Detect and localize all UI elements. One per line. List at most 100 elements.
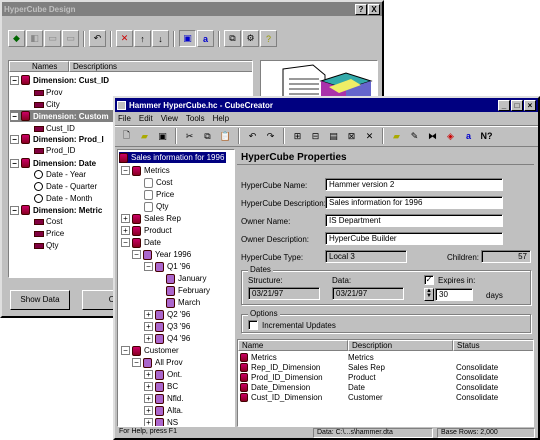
- tree-customer[interactable]: − Customer: [121, 345, 179, 356]
- maximize-button[interactable]: □: [511, 99, 523, 111]
- collapse-icon[interactable]: −: [10, 134, 19, 144]
- tree-root[interactable]: Sales information for 1996: [119, 152, 227, 163]
- text-icon[interactable]: a: [460, 128, 477, 145]
- copy-icon[interactable]: ⧉: [224, 30, 241, 47]
- collapse-icon[interactable]: −: [121, 166, 130, 175]
- link-icon[interactable]: ⧓: [424, 128, 441, 145]
- tree-q4[interactable]: + Q4 '96: [144, 333, 190, 344]
- tree-ns[interactable]: + NS: [144, 417, 178, 426]
- tree-alta[interactable]: + Alta.: [144, 405, 183, 416]
- edit-icon[interactable]: ✎: [406, 128, 423, 145]
- disabled-tool-icon-2[interactable]: ▭: [44, 30, 61, 47]
- expand-icon[interactable]: +: [144, 382, 153, 391]
- dimension-cust-id[interactable]: − Dimension: Cust_ID: [10, 74, 109, 86]
- collapse-icon[interactable]: −: [132, 358, 141, 367]
- list-row[interactable]: Rep_ID_Dimension Sales Rep Consolidate: [238, 363, 533, 373]
- expand-icon[interactable]: +: [144, 310, 153, 319]
- tree-sales-rep[interactable]: + Sales Rep: [121, 213, 181, 224]
- dimension-metric[interactable]: − Dimension: Metric: [10, 204, 102, 216]
- tree-bc[interactable]: + BC: [144, 381, 178, 392]
- list-row[interactable]: Metrics Metrics: [238, 353, 533, 363]
- owner-description-field[interactable]: HyperCube Builder: [325, 232, 503, 245]
- tree-all-prov[interactable]: − All Prov: [132, 357, 183, 368]
- tree-q1[interactable]: − Q1 '96: [144, 261, 190, 272]
- tree-product[interactable]: + Product: [121, 225, 172, 236]
- field-date-quarter[interactable]: Date - Quarter: [34, 181, 97, 192]
- expand-icon[interactable]: +: [121, 226, 130, 235]
- menu-file[interactable]: File: [118, 114, 131, 123]
- save-icon[interactable]: ▣: [154, 128, 171, 145]
- tree-ont[interactable]: + Ont.: [144, 369, 182, 380]
- tree-metrics[interactable]: − Metrics: [121, 165, 170, 176]
- field-date-year[interactable]: Date - Year: [34, 169, 86, 180]
- incremental-updates-checkbox[interactable]: [248, 320, 258, 330]
- list-row[interactable]: Cust_ID_Dimension Customer Consolidate: [238, 393, 533, 403]
- field-price[interactable]: Price: [34, 228, 64, 239]
- menu-view[interactable]: View: [161, 114, 178, 123]
- help-title-button[interactable]: ?: [355, 3, 367, 15]
- expires-spinner[interactable]: ▲ ▼: [424, 288, 434, 301]
- dimension-prod-id[interactable]: − Dimension: Prod_I: [10, 133, 104, 145]
- close-button[interactable]: ×: [524, 99, 536, 111]
- tree-icon-2[interactable]: ⊟: [307, 128, 324, 145]
- field-qty[interactable]: Qty: [34, 240, 58, 251]
- dimension-icon[interactable]: ▤: [325, 128, 342, 145]
- hierarchy-icon[interactable]: ⊠: [343, 128, 360, 145]
- field-cost[interactable]: Cost: [34, 216, 62, 227]
- open-icon[interactable]: ▰: [136, 128, 153, 145]
- properties-icon[interactable]: ◈: [442, 128, 459, 145]
- help-icon[interactable]: N?: [478, 128, 495, 145]
- undo-icon[interactable]: ↶: [89, 30, 106, 47]
- menu-help[interactable]: Help: [213, 114, 229, 123]
- collapse-icon[interactable]: −: [121, 346, 130, 355]
- tree-year-1996[interactable]: − Year 1996: [132, 249, 191, 260]
- list-header-status[interactable]: Status: [453, 340, 533, 351]
- collapse-icon[interactable]: −: [121, 238, 130, 247]
- show-data-button[interactable]: Show Data: [10, 290, 70, 310]
- tree-date[interactable]: − Date: [121, 237, 161, 248]
- expires-checkbox[interactable]: ✓: [424, 275, 434, 285]
- list-row[interactable]: Prod_ID_Dimension Product Consolidate: [238, 373, 533, 383]
- name-field[interactable]: Hammer version 2: [325, 178, 503, 191]
- list-row[interactable]: Date_Dimension Date Consolidate: [238, 383, 533, 393]
- expand-icon[interactable]: +: [144, 334, 153, 343]
- new-icon[interactable]: 🗋: [118, 128, 135, 145]
- tree-january[interactable]: January: [166, 273, 206, 284]
- menu-edit[interactable]: Edit: [139, 114, 153, 123]
- tree-february[interactable]: February: [166, 285, 210, 296]
- field-prod-id[interactable]: Prod_ID: [34, 145, 75, 156]
- expand-icon[interactable]: +: [144, 418, 153, 426]
- description-field[interactable]: Sales information for 1996: [325, 196, 503, 209]
- properties-icon[interactable]: ▣: [179, 30, 196, 47]
- delete-icon[interactable]: ✕: [361, 128, 378, 145]
- disabled-tool-icon[interactable]: ◧: [26, 30, 43, 47]
- move-up-icon[interactable]: ↑: [134, 30, 151, 47]
- copy-icon[interactable]: ⧉: [199, 128, 216, 145]
- expand-icon[interactable]: +: [144, 322, 153, 331]
- tree-icon[interactable]: ⊞: [289, 128, 306, 145]
- menu-tools[interactable]: Tools: [186, 114, 205, 123]
- minimize-button[interactable]: _: [498, 99, 510, 111]
- expires-days-field[interactable]: 30: [435, 288, 473, 301]
- expand-icon[interactable]: +: [144, 370, 153, 379]
- field-prov[interactable]: Prov: [34, 87, 62, 98]
- redo-icon[interactable]: ↷: [262, 128, 279, 145]
- tree-march[interactable]: March: [166, 297, 200, 308]
- delete-icon[interactable]: ✕: [116, 30, 133, 47]
- list-header-name[interactable]: Name: [238, 340, 348, 351]
- tree-nfld[interactable]: + Nfld.: [144, 393, 183, 404]
- collapse-icon[interactable]: −: [10, 158, 19, 168]
- build-icon[interactable]: ▰: [388, 128, 405, 145]
- collapse-icon[interactable]: −: [10, 205, 19, 215]
- add-dimension-icon[interactable]: ◆: [8, 30, 25, 47]
- owner-name-field[interactable]: IS Department: [325, 214, 503, 227]
- tree-q2[interactable]: + Q2 '96: [144, 309, 190, 320]
- list-header-description[interactable]: Description: [348, 340, 453, 351]
- collapse-icon[interactable]: −: [132, 250, 141, 259]
- collapse-icon[interactable]: −: [10, 75, 19, 85]
- tree-q3[interactable]: + Q3 '96: [144, 321, 190, 332]
- collapse-icon[interactable]: −: [144, 262, 153, 271]
- dimension-date[interactable]: − Dimension: Date: [10, 157, 96, 169]
- undo-icon[interactable]: ↶: [244, 128, 261, 145]
- collapse-icon[interactable]: −: [10, 111, 19, 121]
